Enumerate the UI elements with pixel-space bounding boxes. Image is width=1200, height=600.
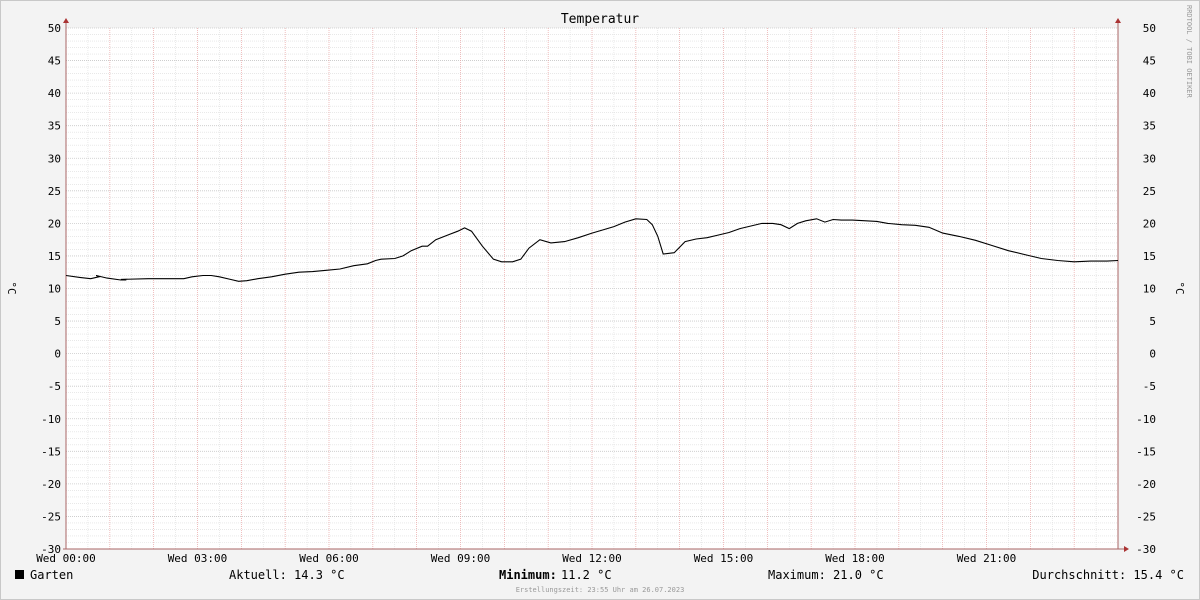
y-tick-label-right: 25	[1143, 185, 1156, 198]
y-tick-label-left: 45	[48, 55, 61, 68]
x-tick-label: Wed 18:00	[825, 552, 885, 565]
x-tick-label: Wed 15:00	[694, 552, 754, 565]
chart-title: Temperatur	[561, 12, 639, 27]
y-tick-label-right: 45	[1143, 55, 1156, 68]
x-tick-label: Wed 12:00	[562, 552, 622, 565]
y-tick-label-left: -20	[41, 478, 61, 491]
y-tick-label-right: 10	[1143, 283, 1156, 296]
y-axis-label-left: °C	[5, 281, 18, 294]
y-tick-label-right: -25	[1136, 510, 1156, 523]
legend-current: Aktuell: 14.3 °C	[229, 568, 345, 582]
y-axis-label-right: °C	[1173, 281, 1186, 294]
y-tick-label-left: 5	[54, 315, 61, 328]
y-tick-label-right: 20	[1143, 217, 1156, 230]
temperature-chart: 50454035302520151050-5-10-15-20-25-30 50…	[5, 5, 1193, 594]
y-tick-label-left: 50	[48, 22, 61, 35]
y-tick-label-left: 10	[48, 283, 61, 296]
y-tick-label-left: -15	[41, 445, 61, 458]
legend-minimum-value: 11.2 °C	[561, 568, 612, 582]
x-tick-label: Wed 09:00	[431, 552, 491, 565]
legend-swatch	[15, 570, 24, 579]
y-tick-labels-right: 50454035302520151050-5-10-15-20-25-30	[1136, 22, 1156, 556]
y-tick-label-left: -10	[41, 413, 61, 426]
legend-average: Durchschnitt: 15.4 °C	[1032, 568, 1184, 582]
y-tick-label-right: 15	[1143, 250, 1156, 263]
legend-maximum: Maximum: 21.0 °C	[768, 568, 884, 582]
y-tick-label-right: 5	[1149, 315, 1156, 328]
y-tick-label-left: 35	[48, 120, 61, 133]
y-tick-label-right: -15	[1136, 445, 1156, 458]
grid	[65, 27, 1119, 550]
y-tick-label-right: -10	[1136, 413, 1156, 426]
x-tick-labels: Wed 00:00 Wed 03:00 Wed 06:00 Wed 09:00 Wed …	[36, 552, 1016, 565]
y-tick-label-left: 30	[48, 152, 61, 165]
y-tick-label-left: 25	[48, 185, 61, 198]
y-tick-label-left: 0	[54, 348, 61, 361]
y-tick-labels-left: 50454035302520151050-5-10-15-20-25-30	[41, 22, 61, 556]
x-tick-label: Wed 00:00	[36, 552, 96, 565]
y-axis-arrow-left	[63, 18, 69, 23]
y-tick-label-left: -25	[41, 510, 61, 523]
y-tick-label-left: -5	[48, 380, 61, 393]
creation-time: Erstellungszeit: 23:55 Uhr am 26.07.2023	[516, 586, 685, 594]
y-tick-label-right: 30	[1143, 152, 1156, 165]
watermark: RRDTOOL / TOBI OETIKER	[1185, 5, 1193, 99]
y-tick-label-right: -5	[1143, 380, 1156, 393]
y-tick-label-right: 40	[1143, 87, 1156, 100]
y-tick-label-right: 35	[1143, 120, 1156, 133]
y-tick-label-right: -30	[1136, 543, 1156, 556]
x-tick-label: Wed 06:00	[299, 552, 359, 565]
x-axis-arrow	[1124, 546, 1129, 552]
legend-series-label: Garten	[30, 568, 73, 582]
y-tick-label-left: 20	[48, 217, 61, 230]
y-tick-label-right: 50	[1143, 22, 1156, 35]
y-axis-arrow-right	[1115, 18, 1121, 23]
y-tick-label-left: 15	[48, 250, 61, 263]
x-tick-label: Wed 03:00	[168, 552, 228, 565]
y-tick-label-right: 0	[1149, 348, 1156, 361]
x-tick-label: Wed 21:00	[957, 552, 1017, 565]
legend-minimum-label: Minimum:	[499, 568, 557, 582]
y-tick-label-left: 40	[48, 87, 61, 100]
y-tick-label-right: -20	[1136, 478, 1156, 491]
